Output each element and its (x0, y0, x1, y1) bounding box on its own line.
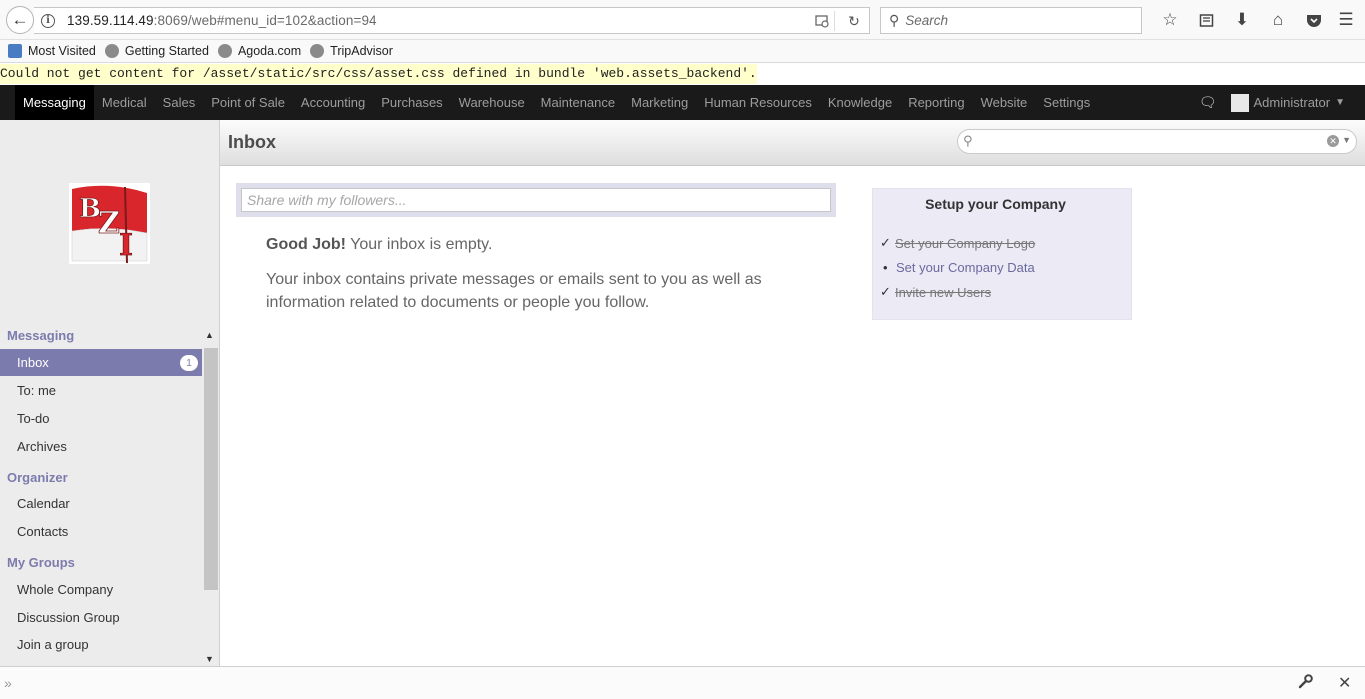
home-icon[interactable]: ⌂ (1260, 9, 1296, 31)
unread-count-badge: 1 (180, 355, 198, 371)
hamburger-menu-icon[interactable]: ☰ (1328, 9, 1364, 31)
section-title-my-groups: My Groups (7, 555, 75, 570)
empty-inbox-heading: Good Job! Your inbox is empty. (266, 236, 493, 253)
nav-item-sales[interactable]: Sales (155, 85, 204, 120)
bookmark-agoda[interactable]: Agoda.com (217, 44, 301, 58)
nav-item-warehouse[interactable]: Warehouse (451, 85, 533, 120)
setup-item-logo[interactable]: ✓ Set your Company Logo (880, 235, 1035, 251)
nav-item-marketing[interactable]: Marketing (623, 85, 696, 120)
company-logo: B Z I (69, 183, 150, 264)
scroll-up-icon[interactable]: ▲ (205, 330, 214, 340)
nav-item-messaging[interactable]: Messaging (15, 85, 94, 120)
globe-icon (310, 44, 325, 58)
info-icon[interactable]: i (41, 13, 55, 28)
bookmarks-toolbar: Most Visited Getting Started Agoda.com T… (0, 40, 1365, 63)
nav-item-website[interactable]: Website (973, 85, 1036, 120)
url-bar[interactable]: i 139.59.114.49:8069/web#menu_id=102&act… (34, 7, 870, 34)
empty-inbox-help: Your inbox contains private messages or … (266, 271, 762, 311)
double-chevron-icon[interactable]: » (4, 675, 12, 691)
bookmark-most-visited[interactable]: Most Visited (8, 44, 96, 58)
sidebar-item-calendar[interactable]: Calendar (0, 490, 202, 517)
nav-item-knowledge[interactable]: Knowledge (820, 85, 900, 120)
setup-company-panel: Setup your Company ✓ Set your Company Lo… (872, 188, 1132, 320)
setup-item-data[interactable]: • Set your Company Data (880, 260, 1035, 275)
check-icon: ✓ (880, 235, 891, 250)
svg-text:Z: Z (98, 206, 120, 241)
nav-item-purchases[interactable]: Purchases (373, 85, 450, 120)
reading-list-icon[interactable] (1188, 9, 1224, 31)
avatar[interactable] (1230, 93, 1249, 112)
section-title-organizer: Organizer (7, 470, 68, 485)
search-input[interactable]: ⚲ ✕ ▼ (957, 129, 1357, 154)
user-menu[interactable]: Administrator (1254, 95, 1331, 110)
pocket-icon[interactable] (1296, 9, 1332, 31)
nav-item-maintenance[interactable]: Maintenance (533, 85, 623, 120)
search-icon: ⚲ (963, 133, 973, 148)
download-icon[interactable]: ⬇ (1224, 9, 1260, 31)
setup-title: Setup your Company (925, 196, 1066, 212)
bookmark-tripadvisor[interactable]: TripAdvisor (310, 44, 393, 58)
section-title-messaging: Messaging (7, 328, 75, 343)
sidebar-item-todo[interactable]: To-do (0, 405, 202, 432)
url-text[interactable]: 139.59.114.49:8069/web#menu_id=102&actio… (67, 13, 377, 28)
page-title: Inbox (228, 132, 276, 152)
back-button[interactable]: ← (6, 6, 34, 34)
caret-down-icon[interactable]: ▼ (1335, 97, 1345, 108)
sidebar-item-discussion-group[interactable]: Discussion Group (0, 604, 202, 631)
bullet-icon: • (883, 260, 888, 275)
asset-error-message: Could not get content for /asset/static/… (0, 64, 757, 84)
asset-error-bar: Could not get content for /asset/static/… (0, 64, 1365, 85)
globe-icon (217, 44, 232, 58)
check-icon: ✓ (880, 284, 891, 299)
back-arrow-icon: ← (11, 10, 29, 29)
sidebar-item-inbox[interactable]: Inbox 1 (0, 349, 202, 376)
setup-item-users[interactable]: ✓ Invite new Users (880, 284, 991, 300)
page-action-icon[interactable] (813, 12, 831, 30)
most-visited-icon (8, 44, 22, 58)
share-input[interactable] (241, 188, 831, 212)
browser-search-input[interactable] (905, 13, 1126, 28)
search-icon: ⚲ (889, 12, 900, 28)
chat-icon[interactable]: 🗨 (1199, 94, 1217, 111)
reload-icon[interactable]: ↻ (845, 12, 863, 30)
nav-item-accounting[interactable]: Accounting (293, 85, 373, 120)
left-sidebar: B Z I Messaging Inbox 1 To: me To-do Arc… (0, 120, 220, 666)
scroll-down-icon[interactable]: ▼ (205, 654, 214, 664)
chevron-down-icon[interactable]: ▼ (1342, 135, 1351, 145)
nav-item-reporting[interactable]: Reporting (900, 85, 972, 120)
sidebar-item-whole-company[interactable]: Whole Company (0, 576, 202, 603)
browser-toolbar: ← i 139.59.114.49:8069/web#menu_id=102&a… (0, 0, 1365, 40)
nav-item-human-resources[interactable]: Human Resources (696, 85, 820, 120)
close-icon[interactable]: ✕ (1338, 673, 1351, 693)
nav-item-medical[interactable]: Medical (94, 85, 155, 120)
browser-search-box[interactable]: ⚲ (880, 7, 1142, 34)
nav-item-settings[interactable]: Settings (1035, 85, 1098, 120)
sidebar-item-contacts[interactable]: Contacts (0, 518, 202, 545)
globe-icon (104, 44, 119, 58)
bookmark-getting-started[interactable]: Getting Started (104, 44, 209, 58)
app-menu-bar: Messaging Medical Sales Point of Sale Accoun… (0, 85, 1365, 120)
sidebar-scrollbar[interactable]: ▲ ▼ (202, 328, 218, 666)
view-header: Inbox ⚲ ✕ ▼ (220, 120, 1365, 166)
url-divider (834, 11, 835, 31)
nav-item-point-of-sale[interactable]: Point of Sale (203, 85, 293, 120)
clear-icon[interactable]: ✕ (1327, 135, 1339, 147)
sidebar-item-archives[interactable]: Archives (0, 433, 202, 460)
compose-box (236, 183, 836, 217)
wrench-icon[interactable] (1298, 674, 1313, 693)
bookmark-star-icon[interactable]: ☆ (1152, 9, 1188, 31)
sidebar-item-join-group[interactable]: Join a group (0, 631, 202, 658)
svg-text:I: I (119, 228, 133, 263)
scrollbar-thumb[interactable] (204, 348, 218, 590)
sidebar-item-to-me[interactable]: To: me (0, 377, 202, 404)
devtools-bar: » ✕ (0, 666, 1365, 699)
